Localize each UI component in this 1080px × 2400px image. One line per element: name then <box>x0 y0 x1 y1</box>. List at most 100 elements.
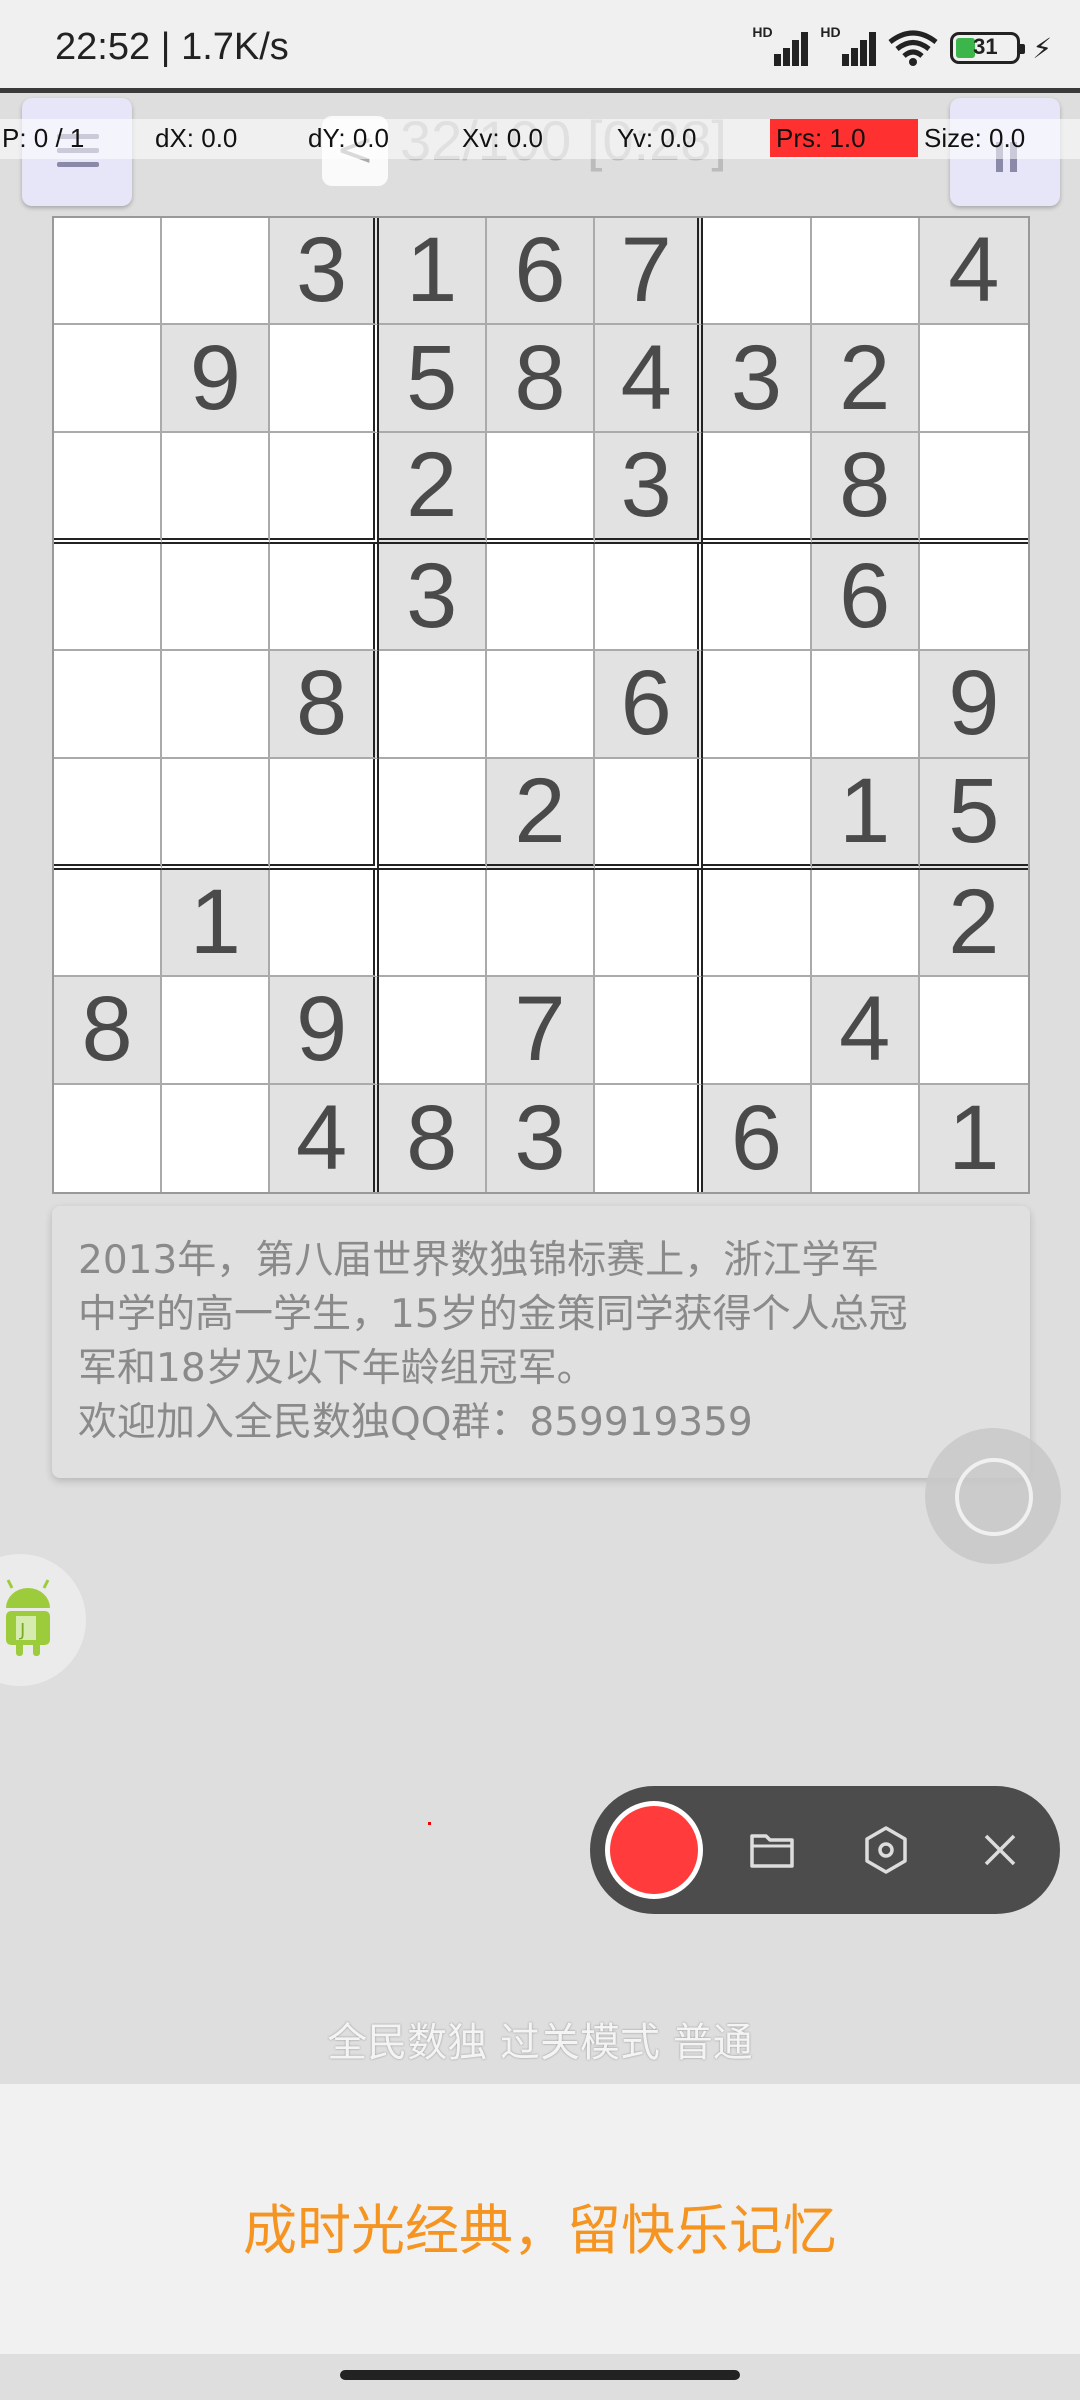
sudoku-cell[interactable] <box>486 432 596 544</box>
sudoku-cell[interactable] <box>162 1084 271 1192</box>
sudoku-cell[interactable]: 3 <box>703 325 812 433</box>
folder-icon[interactable] <box>746 1824 798 1876</box>
sudoku-cell[interactable]: 1 <box>378 218 487 326</box>
sudoku-cell[interactable]: 5 <box>919 758 1028 870</box>
sudoku-cell[interactable]: 1 <box>811 758 920 870</box>
ad-banner[interactable]: 成时光经典，留快乐记忆 <box>0 2084 1080 2354</box>
sudoku-cell[interactable]: 9 <box>919 651 1028 759</box>
sudoku-cell[interactable] <box>919 543 1028 652</box>
sudoku-cell[interactable] <box>378 651 487 759</box>
sudoku-cell[interactable]: 2 <box>811 325 920 433</box>
sudoku-cell[interactable] <box>703 543 812 652</box>
sudoku-cell[interactable]: 3 <box>270 218 379 326</box>
touch-dot <box>428 1822 431 1825</box>
sudoku-cell[interactable]: 2 <box>919 869 1028 978</box>
sudoku-cell[interactable] <box>703 432 812 544</box>
sudoku-cell[interactable] <box>270 758 379 870</box>
sudoku-cell[interactable]: 4 <box>919 218 1028 326</box>
sudoku-cell[interactable] <box>486 869 596 978</box>
sudoku-cell[interactable]: 7 <box>486 977 596 1085</box>
sudoku-cell[interactable] <box>54 218 163 326</box>
sudoku-cell[interactable] <box>919 977 1028 1085</box>
sudoku-cell[interactable] <box>54 758 163 870</box>
sudoku-cell[interactable] <box>162 758 271 870</box>
sudoku-cell[interactable]: 7 <box>595 218 704 326</box>
sudoku-cell[interactable]: 9 <box>162 325 271 433</box>
sudoku-cell[interactable]: 6 <box>811 543 920 652</box>
sudoku-cell[interactable]: 2 <box>378 432 487 544</box>
android-floating-widget[interactable]: J <box>0 1554 86 1686</box>
sudoku-grid[interactable]: 316749584322383686921512897448361 <box>52 216 1030 1194</box>
sudoku-cell[interactable]: 3 <box>378 543 487 652</box>
sudoku-cell[interactable] <box>162 432 271 544</box>
sudoku-cell[interactable] <box>54 543 163 652</box>
sudoku-cell[interactable]: 4 <box>270 1084 379 1192</box>
sudoku-cell[interactable] <box>54 869 163 978</box>
sudoku-cell[interactable] <box>811 869 920 978</box>
battery-level: 31 <box>973 34 998 59</box>
sudoku-cell[interactable] <box>378 977 487 1085</box>
sudoku-cell[interactable] <box>595 869 704 978</box>
sudoku-cell[interactable] <box>811 1084 920 1192</box>
sudoku-cell[interactable] <box>378 758 487 870</box>
status-icons: HD HD 31 ⚡ <box>752 24 1052 68</box>
sudoku-cell[interactable] <box>703 869 812 978</box>
sudoku-cell[interactable]: 2 <box>486 758 596 870</box>
screen-recorder-bar <box>590 1786 1060 1914</box>
sudoku-cell[interactable] <box>270 325 379 433</box>
sudoku-cell[interactable] <box>703 651 812 759</box>
sudoku-cell[interactable] <box>703 218 812 326</box>
sudoku-cell[interactable]: 5 <box>378 325 487 433</box>
sudoku-cell[interactable] <box>270 543 379 652</box>
ad-text: 成时光经典，留快乐记忆 <box>243 2199 837 2262</box>
sudoku-cell[interactable] <box>811 651 920 759</box>
wifi-icon <box>888 30 938 66</box>
sudoku-cell[interactable]: 1 <box>162 869 271 978</box>
close-icon[interactable] <box>974 1824 1026 1876</box>
sudoku-cell[interactable] <box>270 432 379 544</box>
sudoku-cell[interactable] <box>270 869 379 978</box>
sudoku-cell[interactable] <box>54 1084 163 1192</box>
record-button[interactable] <box>610 1806 698 1894</box>
pointer-pressure: Prs: 1.0 <box>770 119 918 157</box>
sudoku-cell[interactable]: 6 <box>703 1084 812 1192</box>
sudoku-cell[interactable]: 8 <box>811 432 920 544</box>
sudoku-cell[interactable] <box>595 1084 704 1192</box>
sudoku-cell[interactable]: 8 <box>270 651 379 759</box>
sudoku-cell[interactable] <box>54 432 163 544</box>
sudoku-cell[interactable] <box>919 432 1028 544</box>
sudoku-cell[interactable] <box>486 651 596 759</box>
sudoku-cell[interactable] <box>486 543 596 652</box>
sudoku-cell[interactable] <box>162 651 271 759</box>
sudoku-cell[interactable] <box>378 869 487 978</box>
sudoku-cell[interactable] <box>811 218 920 326</box>
sudoku-cell[interactable]: 4 <box>595 325 704 433</box>
navigation-handle[interactable] <box>340 2370 740 2380</box>
sudoku-cell[interactable] <box>595 977 704 1085</box>
sudoku-cell[interactable] <box>162 218 271 326</box>
sudoku-cell[interactable] <box>54 325 163 433</box>
sudoku-cell[interactable]: 9 <box>270 977 379 1085</box>
sudoku-cell[interactable]: 3 <box>486 1084 596 1192</box>
sudoku-cell[interactable]: 6 <box>595 651 704 759</box>
hd-label: HD <box>752 24 773 40</box>
sudoku-cell[interactable]: 8 <box>54 977 163 1085</box>
sudoku-cell[interactable] <box>54 651 163 759</box>
sudoku-cell[interactable]: 3 <box>595 432 704 544</box>
floating-assistive-button[interactable] <box>925 1428 1061 1564</box>
sudoku-cell[interactable]: 8 <box>378 1084 487 1192</box>
sudoku-cell[interactable] <box>703 758 812 870</box>
sudoku-cell[interactable]: 8 <box>486 325 596 433</box>
sudoku-cell[interactable] <box>162 543 271 652</box>
settings-hex-icon[interactable] <box>860 1824 912 1876</box>
sudoku-cell[interactable] <box>162 977 271 1085</box>
sudoku-cell[interactable]: 4 <box>811 977 920 1085</box>
sudoku-cell[interactable] <box>919 325 1028 433</box>
svg-text:J: J <box>19 1620 25 1641</box>
signal-icon-2: HD <box>820 24 877 66</box>
sudoku-cell[interactable] <box>595 758 704 870</box>
sudoku-cell[interactable]: 6 <box>486 218 596 326</box>
sudoku-cell[interactable] <box>595 543 704 652</box>
sudoku-cell[interactable]: 1 <box>919 1084 1028 1192</box>
sudoku-cell[interactable] <box>703 977 812 1085</box>
